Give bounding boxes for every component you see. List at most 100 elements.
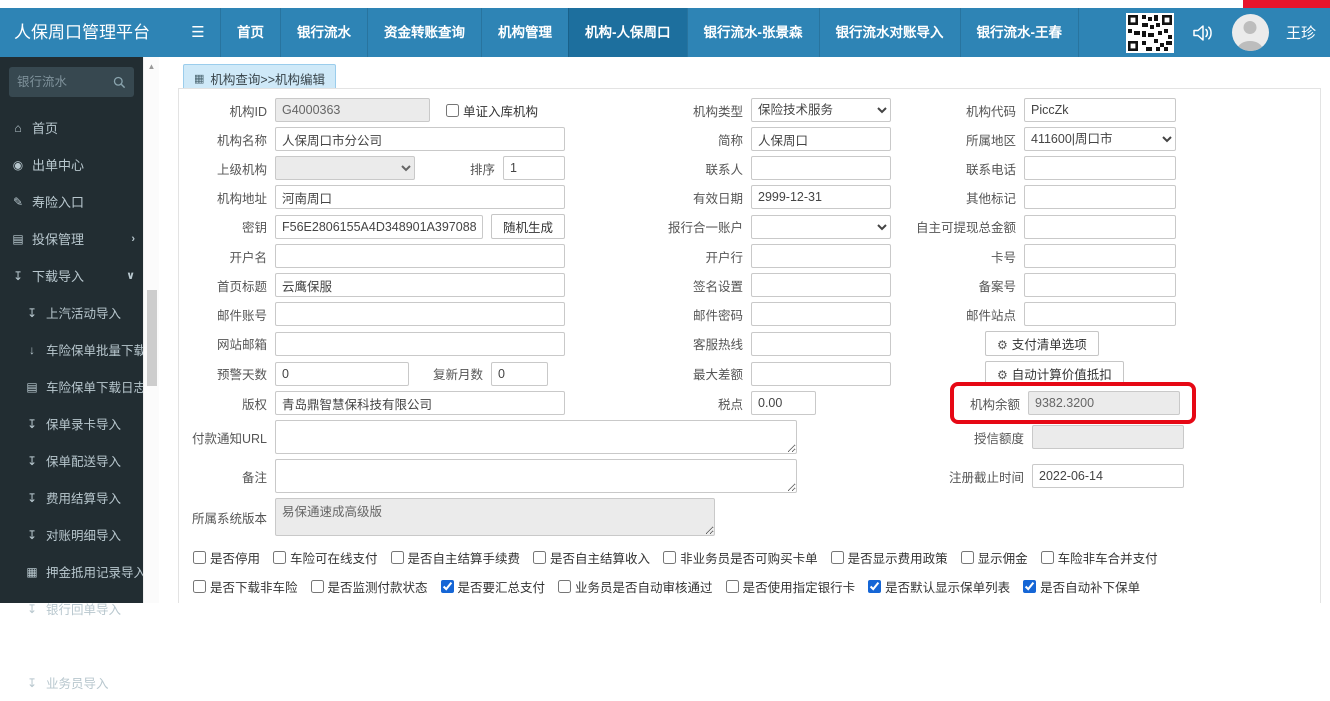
max-diff-input[interactable] bbox=[751, 362, 891, 386]
org-name-input[interactable] bbox=[275, 127, 565, 151]
self-withdraw-total-input[interactable] bbox=[1024, 215, 1176, 239]
checkbox-default-show-policy-list[interactable]: 是否默认显示保单列表 bbox=[868, 577, 1010, 596]
org-balance-label: 机构余额 bbox=[954, 394, 1028, 413]
tab-bank-flow[interactable]: 银行流水 bbox=[280, 8, 367, 57]
copyright-input[interactable] bbox=[275, 391, 565, 415]
sign-setting-label: 签名设置 bbox=[565, 276, 751, 295]
speaker-icon[interactable] bbox=[1191, 22, 1215, 44]
region-select[interactable]: 411600|周口市 bbox=[1024, 127, 1176, 151]
sidebar-item-auto-policy-download-log[interactable]: ▤车险保单下载日志 bbox=[0, 368, 143, 405]
sidebar-item-home[interactable]: ⌂首页 bbox=[0, 109, 143, 146]
checkbox-show-commission[interactable]: 显示佣金 bbox=[961, 548, 1028, 567]
card-no-input[interactable] bbox=[1024, 244, 1176, 268]
unified-account-select[interactable] bbox=[751, 215, 891, 239]
warn-days-input[interactable] bbox=[275, 362, 409, 386]
sign-setting-input[interactable] bbox=[751, 273, 891, 297]
nav-tabs: 首页 银行流水 资金转账查询 机构管理 机构-人保周口 银行流水-张景森 银行流… bbox=[220, 8, 1079, 57]
sort-label: 排序 bbox=[470, 159, 503, 178]
checkbox-salesman-auto-approve[interactable]: 业务员是否自动审核通过 bbox=[558, 577, 713, 596]
pay-notify-url-textarea[interactable] bbox=[275, 420, 797, 454]
mail-account-input[interactable] bbox=[275, 302, 565, 326]
checkbox-download-noncar[interactable]: 是否下载非车险 bbox=[193, 577, 298, 596]
short-name-input[interactable] bbox=[751, 127, 891, 151]
secret-key-input[interactable] bbox=[275, 215, 483, 239]
sidebar-item-auto-policy-batch-download[interactable]: ↓车险保单批量下载 bbox=[0, 331, 143, 368]
pay-list-options-button[interactable]: ⚙支付清单选项 bbox=[985, 331, 1099, 356]
tab-fund-transfer-query[interactable]: 资金转账查询 bbox=[367, 8, 481, 57]
valid-date-input[interactable] bbox=[751, 185, 891, 209]
sidebar-item-download-import[interactable]: ↧下载导入∨ bbox=[0, 257, 143, 294]
sidebar-item-saic-activity-import[interactable]: ↧上汽活动导入 bbox=[0, 294, 143, 331]
checkbox-self-settle-income[interactable]: 是否自主结算收入 bbox=[533, 548, 650, 567]
sidebar-item-fee-settle-import[interactable]: ↧费用结算导入 bbox=[0, 479, 143, 516]
tab-bank-flow-zhangjingsen[interactable]: 银行流水-张景森 bbox=[687, 8, 819, 57]
address-input[interactable] bbox=[275, 185, 565, 209]
random-generate-button[interactable]: 随机生成 bbox=[491, 214, 565, 239]
checkbox-auto-online-pay[interactable]: 车险可在线支付 bbox=[273, 548, 378, 567]
tab-org-manage[interactable]: 机构管理 bbox=[481, 8, 568, 57]
sidebar-item-salesman-import[interactable]: ↧业务员导入 bbox=[0, 664, 143, 701]
bank-input[interactable] bbox=[751, 244, 891, 268]
renew-months-label: 复新月数 bbox=[433, 364, 491, 383]
sidebar-item-policy-card-import[interactable]: ↧保单录卡导入 bbox=[0, 405, 143, 442]
record-no-input[interactable] bbox=[1024, 273, 1176, 297]
brand-title: 人保周口管理平台 bbox=[0, 8, 176, 57]
sidebar-item-reconcile-detail-import[interactable]: ↧对账明细导入 bbox=[0, 516, 143, 553]
sidebar-item-policy-delivery-import[interactable]: ↧保单配送导入 bbox=[0, 442, 143, 479]
tab-bank-flow-reconcile-import[interactable]: 银行流水对账导入 bbox=[819, 8, 960, 57]
sidebar-item-insure-manage[interactable]: ▤投保管理› bbox=[0, 220, 143, 257]
highlight-annotation: 机构余额 bbox=[950, 382, 1196, 424]
sidebar-item-bank-receipt-import[interactable]: ↧银行回单导入 bbox=[0, 590, 143, 627]
checkbox-auto-supplement-policy[interactable]: 是否自动补下保单 bbox=[1023, 577, 1140, 596]
org-id-label: 机构ID bbox=[179, 101, 275, 120]
grid-icon: ▦ bbox=[194, 72, 204, 85]
unified-account-label: 报行合一账户 bbox=[565, 217, 751, 236]
checkbox-use-specified-bankcard[interactable]: 是否使用指定银行卡 bbox=[726, 577, 856, 596]
sidebar-search bbox=[9, 67, 134, 97]
search-input[interactable] bbox=[17, 75, 113, 89]
remark-textarea[interactable] bbox=[275, 459, 797, 493]
mail-site-input[interactable] bbox=[1024, 302, 1176, 326]
checkbox-disabled[interactable]: 是否停用 bbox=[193, 548, 260, 567]
checkbox-show-fee-policy[interactable]: 是否显示费用政策 bbox=[831, 548, 948, 567]
copyright-label: 版权 bbox=[179, 394, 275, 413]
hamburger-icon[interactable]: ☰ bbox=[176, 8, 220, 57]
home-icon: ⌂ bbox=[11, 121, 25, 135]
phone-input[interactable] bbox=[1024, 156, 1176, 180]
scrollbar-up-arrow[interactable]: ▲ bbox=[144, 57, 159, 71]
tab-org-picc-zhoukou[interactable]: 机构-人保周口 bbox=[568, 8, 687, 57]
home-title-input[interactable] bbox=[275, 273, 565, 297]
scrollbar-thumb[interactable] bbox=[147, 290, 157, 386]
mail-password-input[interactable] bbox=[751, 302, 891, 326]
short-name-label: 简称 bbox=[565, 130, 751, 149]
renew-months-input[interactable] bbox=[491, 362, 548, 386]
sidebar-item-bank-flow-reconcile-import[interactable]: ↧银行流水对账导入 bbox=[0, 627, 143, 664]
org-type-select[interactable]: 保险技术服务 bbox=[751, 98, 891, 122]
phone-label: 联系电话 bbox=[891, 159, 1024, 178]
tab-bank-flow-wangchun[interactable]: 银行流水-王春 bbox=[960, 8, 1080, 57]
site-mail-input[interactable] bbox=[275, 332, 565, 356]
avatar[interactable] bbox=[1232, 14, 1269, 51]
checkbox-self-settle-fee[interactable]: 是否自主结算手续费 bbox=[391, 548, 521, 567]
tax-point-input[interactable] bbox=[751, 391, 816, 415]
tab-home[interactable]: 首页 bbox=[220, 8, 280, 57]
account-name-input[interactable] bbox=[275, 244, 565, 268]
checkbox-summary-pay[interactable]: 是否要汇总支付 bbox=[441, 577, 546, 596]
checkbox-nonsales-buy-card[interactable]: 非业务员是否可购买卡单 bbox=[663, 548, 818, 567]
other-mark-input[interactable] bbox=[1024, 185, 1176, 209]
checkbox-auto-noncar-merge-pay[interactable]: 车险非车合并支付 bbox=[1041, 548, 1158, 567]
sidebar-item-life-entry[interactable]: ✎寿险入口 bbox=[0, 183, 143, 220]
sidebar-item-issuing-center[interactable]: ◉出单中心 bbox=[0, 146, 143, 183]
contact-input[interactable] bbox=[751, 156, 891, 180]
checkbox-monitor-pay-status[interactable]: 是否监测付款状态 bbox=[311, 577, 428, 596]
chevron-down-icon: ∨ bbox=[126, 269, 135, 282]
cert-in-checkbox[interactable]: 单证入库机构 bbox=[446, 101, 538, 120]
org-code-input[interactable] bbox=[1024, 98, 1176, 122]
reg-deadline-input[interactable] bbox=[1032, 464, 1184, 488]
gear-icon: ⚙ bbox=[997, 368, 1008, 382]
search-icon[interactable] bbox=[113, 76, 126, 89]
parent-org-select[interactable] bbox=[275, 156, 415, 180]
sort-input[interactable] bbox=[503, 156, 565, 180]
sidebar-item-deposit-record-import[interactable]: ▦押金抵用记录导入 bbox=[0, 553, 143, 590]
hotline-input[interactable] bbox=[751, 332, 891, 356]
